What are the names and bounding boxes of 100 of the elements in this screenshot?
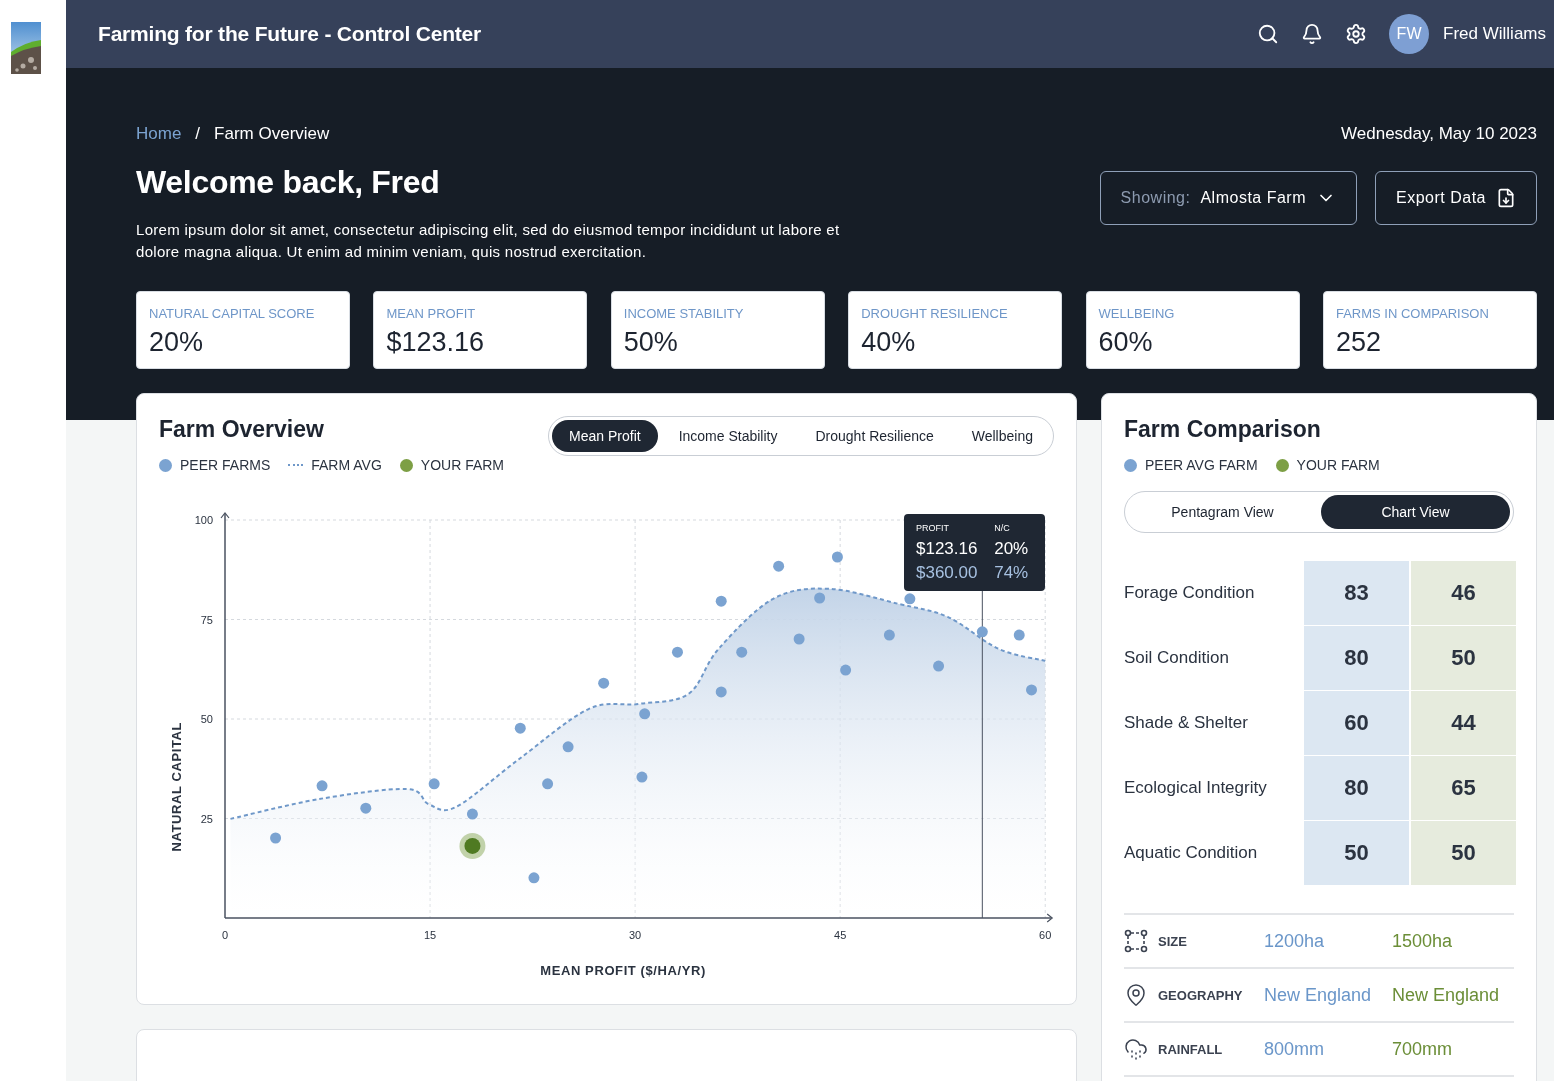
y-tick-label: 75: [200, 613, 213, 626]
x-tick-label: 45: [834, 929, 847, 941]
peer-value: 60: [1304, 691, 1409, 755]
kpi-label: MEAN PROFIT: [386, 306, 477, 321]
peer-detail: New England: [1264, 984, 1373, 1006]
peer-farm-point: [428, 778, 440, 790]
rain-cloud-icon: [1124, 1037, 1148, 1061]
x-tick-label: 30: [628, 929, 642, 941]
peer-farm-point: [598, 677, 610, 689]
peer-farm-point: [270, 832, 282, 844]
app-logo: [11, 22, 41, 74]
kpi-value: 60%: [1098, 327, 1154, 358]
view-tab[interactable]: Chart View: [1321, 495, 1510, 529]
metric-tab[interactable]: Drought Resilience: [798, 420, 951, 452]
peer-value: 80: [1304, 626, 1409, 690]
breadcrumb-separator: /: [195, 124, 201, 144]
search-icon[interactable]: [1257, 23, 1280, 45]
app-title: Farming for the Future - Control Center: [98, 22, 483, 46]
metric-tab[interactable]: Mean Profit: [552, 420, 658, 452]
kpi-value: 252: [1335, 327, 1382, 358]
settings-icon[interactable]: [1345, 23, 1368, 45]
peer-farm-point: [793, 633, 805, 645]
metric-label: Soil Condition: [1124, 647, 1230, 669]
peer-farm-point: [316, 780, 328, 792]
peer-farm-point: [883, 629, 895, 641]
peer-farm-point: [933, 660, 945, 672]
breadcrumb-link[interactable]: Farm Overview: [214, 124, 330, 144]
peer-farm-point: [360, 802, 372, 814]
welcome-heading: Welcome back, Fred: [136, 164, 441, 201]
file-download-icon: [1496, 188, 1516, 208]
tooltip-value: $123.16: [916, 538, 979, 560]
peer-detail: 1200ha: [1264, 930, 1326, 952]
metric-tab[interactable]: Wellbeing: [954, 420, 1050, 452]
legend-label: PEER AVG FARM: [1145, 457, 1258, 473]
peer-farm-point: [831, 551, 843, 563]
peer-farm-point: [1013, 629, 1025, 641]
x-tick-label: 15: [423, 929, 437, 941]
peer-farm-point: [562, 741, 574, 753]
legend-label: YOUR FARM: [420, 457, 505, 473]
peer-detail: 800mm: [1264, 1038, 1326, 1060]
peer-farm-point: [715, 595, 727, 607]
your-value: 50: [1411, 821, 1516, 885]
your-farm-point: [459, 832, 486, 859]
kpi-value: 20%: [149, 327, 205, 358]
y-tick-label: 50: [200, 713, 213, 725]
kpi-value: $123.16: [386, 327, 485, 358]
your-value: 65: [1411, 756, 1516, 820]
peer-farm-point: [672, 646, 683, 658]
peer-farm-point: [715, 686, 727, 698]
legend-label: YOUR FARM: [1296, 457, 1380, 473]
kpi-label: DROUGHT RESILIENCE: [861, 306, 1009, 321]
peer-farm-point: [814, 592, 826, 604]
location-pin-icon: [1124, 983, 1148, 1007]
peer-farm-point: [773, 560, 785, 572]
farm-select[interactable]: Showing: Almosta Farm: [1099, 171, 1357, 225]
x-axis-title: MEAN PROFIT ($/HA/YR): [540, 963, 706, 978]
user-name: Fred Williams: [1443, 24, 1546, 44]
kpi-label: FARMS IN COMPARISON: [1335, 306, 1490, 321]
kpi-label: WELLBEING: [1098, 306, 1176, 321]
metric-tab[interactable]: Income Stability: [661, 420, 795, 452]
peer-farm-point: [840, 664, 852, 676]
y-tick-label: 100: [194, 514, 213, 526]
peer-farm-point: [528, 872, 540, 884]
kpi-value: 40%: [861, 327, 917, 358]
view-tab[interactable]: Pentagram View: [1128, 495, 1317, 529]
peer-farm-point: [636, 771, 648, 783]
peer-farm-point: [976, 626, 988, 638]
tooltip-value: $360.00: [916, 562, 979, 584]
metric-label: Aquatic Condition: [1124, 842, 1259, 864]
metric-label: Ecological Integrity: [1124, 777, 1268, 799]
intro-text: Lorem ipsum dolor sit amet, consectetur adipiscing elit, sed do eiusmod tempor incididunt ut labore et dolore magna aliqua. Ut enim ad minim veniam, quis nostrud exercitation.: [136, 220, 841, 262]
your-detail: 700mm: [1392, 1038, 1454, 1060]
detail-label: GEOGRAPHY: [1158, 987, 1243, 1003]
legend-label: FARM AVG: [311, 457, 382, 473]
card-title: Farm Comparison: [1124, 416, 1322, 443]
current-date: Wednesday, May 10 2023: [1341, 124, 1537, 144]
peer-farm-point: [1026, 684, 1038, 696]
y-tick-label: 25: [200, 812, 213, 825]
tooltip-heading: N/C: [994, 523, 1011, 533]
peer-farm-point: [639, 708, 651, 720]
y-axis-title: NATURAL CAPITAL: [169, 721, 184, 852]
breadcrumb-link[interactable]: Home: [136, 124, 182, 144]
metric-label: Forage Condition: [1124, 582, 1256, 604]
tooltip-value: 74%: [994, 562, 1030, 584]
kpi-value: 50%: [623, 327, 679, 358]
peer-value: 83: [1304, 561, 1409, 625]
x-tick-label: 0: [221, 929, 229, 941]
export-button[interactable]: Export Data: [1375, 171, 1537, 225]
detail-label: RAINFALL: [1158, 1041, 1223, 1057]
peer-value: 50: [1304, 821, 1409, 885]
tooltip-value: 20%: [994, 538, 1030, 560]
bell-icon[interactable]: [1301, 23, 1324, 45]
your-value: 46: [1411, 561, 1516, 625]
peer-farm-point: [736, 646, 748, 658]
peer-farm-point: [904, 593, 916, 605]
x-tick-label: 60: [1039, 929, 1052, 941]
your-value: 50: [1411, 626, 1516, 690]
peer-value: 80: [1304, 756, 1409, 820]
your-value: 44: [1411, 691, 1516, 755]
detail-label: SIZE: [1158, 933, 1187, 949]
